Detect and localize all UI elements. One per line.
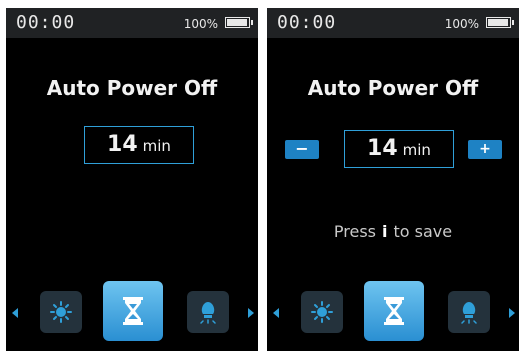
scroll-left-arrow-icon[interactable] xyxy=(12,308,18,318)
brightness-button[interactable] xyxy=(301,291,343,333)
scroll-right-arrow-icon[interactable] xyxy=(248,308,254,318)
timeout-value-field[interactable]: 14 min xyxy=(84,126,194,164)
timer-icon xyxy=(123,297,143,325)
brightness-icon xyxy=(311,301,333,323)
auto-power-off-button[interactable] xyxy=(103,281,163,341)
decrease-button[interactable]: − xyxy=(285,140,319,159)
page-title: Auto Power Off xyxy=(307,76,479,100)
brightness-button[interactable] xyxy=(40,291,82,333)
save-hint-prefix: Press xyxy=(333,222,376,241)
timeout-unit: min xyxy=(402,141,431,159)
timeout-value: 14 xyxy=(107,132,138,157)
screen-edit: 00:00 100% Auto Power Off − 14 min + Pre… xyxy=(267,8,519,351)
clock-time: 00:00 xyxy=(16,12,76,33)
battery-icon xyxy=(225,17,253,28)
lamp-icon xyxy=(461,302,477,324)
timeout-value: 14 xyxy=(367,136,398,161)
battery-percent: 100% xyxy=(183,17,218,31)
clock-time: 00:00 xyxy=(277,12,337,33)
scroll-left-arrow-icon[interactable] xyxy=(273,308,279,318)
increase-button[interactable]: + xyxy=(468,140,502,159)
status-bar: 00:00 100% xyxy=(6,8,258,38)
save-hint: Press i to save xyxy=(267,222,519,241)
timeout-value-field[interactable]: 14 min xyxy=(344,130,454,168)
lamp-button[interactable] xyxy=(187,291,229,333)
save-hint-suffix: to save xyxy=(393,222,453,241)
screen-view: 00:00 100% Auto Power Off 14 min xyxy=(6,8,258,351)
scroll-right-arrow-icon[interactable] xyxy=(509,308,515,318)
page-title: Auto Power Off xyxy=(46,76,218,100)
lamp-button[interactable] xyxy=(448,291,490,333)
timer-icon xyxy=(384,297,404,325)
brightness-icon xyxy=(50,301,72,323)
battery-percent: 100% xyxy=(444,17,479,31)
timeout-unit: min xyxy=(142,137,171,155)
info-key-label: i xyxy=(382,222,388,241)
auto-power-off-button[interactable] xyxy=(364,281,424,341)
lamp-icon xyxy=(200,302,216,324)
battery-icon xyxy=(486,17,514,28)
status-bar: 00:00 100% xyxy=(267,8,519,38)
